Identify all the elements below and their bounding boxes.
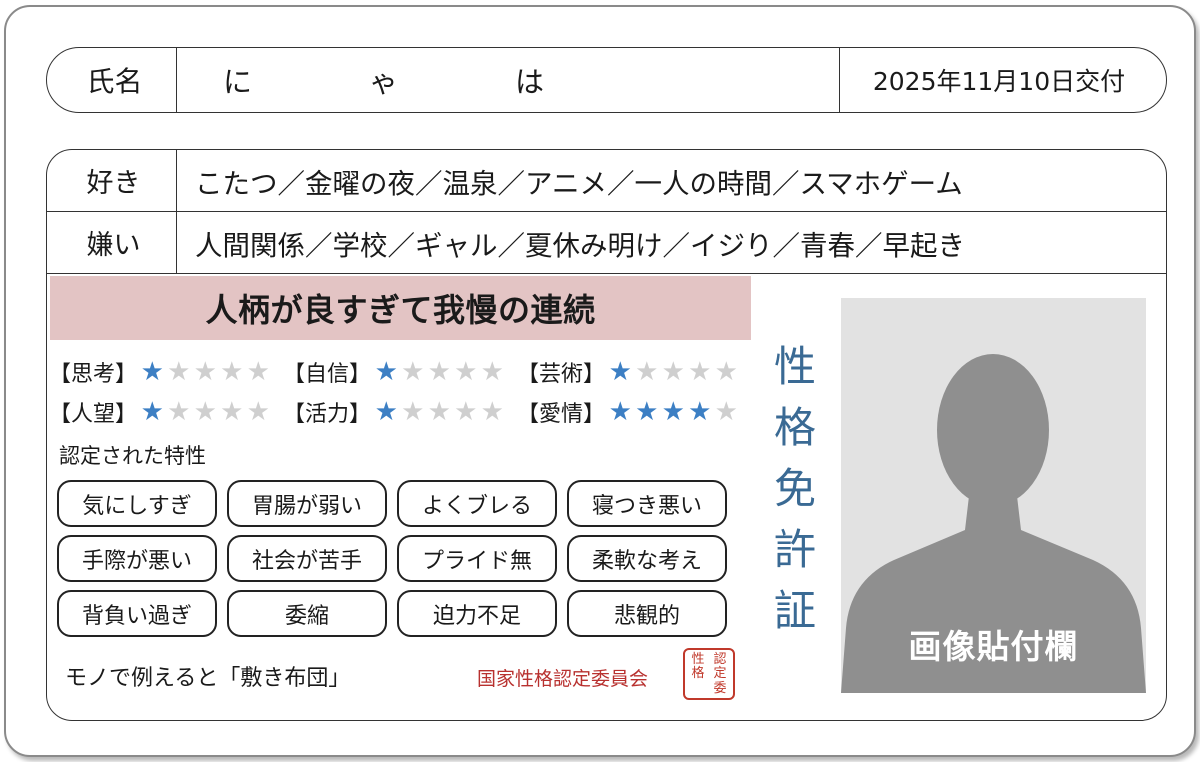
star-empty-icon: ★ (246, 357, 270, 387)
star-empty-icon: ★ (401, 397, 425, 427)
rating-line: 【思考】 ★ ★ ★ ★ ★ 【自信】 ★ ★ ★ ★ ★ 【芸術】 ★ ★ ★ ★ ★ (49, 352, 769, 392)
star-empty-icon: ★ (454, 357, 478, 387)
trait-badge: 社会が苦手 (227, 535, 387, 582)
name-label: 氏名 (47, 48, 177, 112)
mono-comparison: モノで例えると「敷き布団」 (65, 666, 351, 691)
star-empty-icon: ★ (167, 397, 191, 427)
star-rating: ★ ★ ★ ★ ★ (607, 359, 740, 385)
star-empty-icon: ★ (661, 357, 685, 387)
rating-item: 【人望】 ★ ★ ★ ★ ★ (49, 396, 283, 428)
star-empty-icon: ★ (427, 357, 451, 387)
likes-label: 好き (47, 150, 177, 211)
name-char: ゃ (369, 65, 399, 99)
rating-line: 【人望】 ★ ★ ★ ★ ★ 【活力】 ★ ★ ★ ★ ★ 【愛情】 ★ ★ ★ ★ ★ (49, 392, 769, 432)
star-filled-icon: ★ (140, 397, 164, 427)
star-rating: ★ ★ ★ ★ ★ (139, 399, 272, 425)
star-filled-icon: ★ (635, 397, 659, 427)
star-empty-icon: ★ (193, 357, 217, 387)
star-rating: ★ ★ ★ ★ ★ (373, 359, 506, 385)
trait-badge: 寝つき悪い (567, 480, 727, 527)
star-empty-icon: ★ (454, 397, 478, 427)
name-row: 氏名 に ゃ は 2025年11月10日交付 (46, 47, 1167, 113)
seal-char (687, 681, 709, 696)
rating-item: 【活力】 ★ ★ ★ ★ ★ (283, 396, 517, 428)
seal-stamp: 性 認 格 定 委 (683, 648, 735, 700)
star-empty-icon: ★ (427, 397, 451, 427)
rating-item: 【芸術】 ★ ★ ★ ★ ★ (517, 356, 751, 388)
title-char: 性 (773, 342, 816, 391)
ratings-panel: 【思考】 ★ ★ ★ ★ ★ 【自信】 ★ ★ ★ ★ ★ 【芸術】 ★ ★ ★ ★ ★ 【人望】 ★ ★… (49, 352, 769, 432)
trait-badge: 迫力不足 (397, 590, 557, 637)
star-empty-icon: ★ (688, 357, 712, 387)
rating-label: 【活力】 (283, 402, 372, 427)
star-empty-icon: ★ (401, 357, 425, 387)
name-char: に (223, 65, 253, 99)
headline-banner: 人柄が良すぎて我慢の連続 (50, 276, 751, 340)
rating-label: 【自信】 (283, 362, 372, 387)
trait-badge: 委縮 (227, 590, 387, 637)
star-filled-icon: ★ (374, 357, 398, 387)
dislikes-value: 人間関係／学校／ギャル／夏休み明け／イジり／青春／早起き (195, 229, 965, 262)
issue-date: 2025年11月10日交付 (839, 48, 1166, 112)
trait-badge: 悲観的 (567, 590, 727, 637)
trait-badge: プライド無 (397, 535, 557, 582)
seal-char: 格 (691, 666, 705, 682)
trait-badge: 気にしすぎ (57, 480, 217, 527)
seal-char: 性 (691, 651, 705, 667)
license-title-vertical: 性 格 免 許 証 (765, 336, 825, 641)
rating-item: 【思考】 ★ ★ ★ ★ ★ (49, 356, 283, 388)
star-filled-icon: ★ (688, 397, 712, 427)
star-filled-icon: ★ (661, 397, 685, 427)
rating-label: 【愛情】 (517, 402, 606, 427)
star-rating: ★ ★ ★ ★ ★ (139, 359, 272, 385)
rating-label: 【芸術】 (517, 362, 606, 387)
photo-label: 画像貼付欄 (908, 627, 1079, 666)
star-empty-icon: ★ (714, 357, 738, 387)
star-empty-icon: ★ (220, 357, 244, 387)
photo-placeholder: 画像貼付欄 (841, 298, 1146, 693)
star-empty-icon: ★ (167, 357, 191, 387)
star-empty-icon: ★ (480, 397, 504, 427)
traits-grid: 気にしすぎ 胃腸が弱い よくブレる 寝つき悪い 手際が悪い 社会が苦手 プライド… (57, 480, 737, 637)
rating-item: 【愛情】 ★ ★ ★ ★ ★ (517, 396, 751, 428)
title-char: 格 (773, 403, 816, 452)
star-rating: ★ ★ ★ ★ ★ (373, 399, 506, 425)
license-card: 氏名 に ゃ は 2025年11月10日交付 好き こたつ／金曜の夜／温泉／アニ… (4, 5, 1196, 757)
likes-value: こたつ／金曜の夜／温泉／アニメ／一人の時間／スマホゲーム (195, 167, 963, 200)
rating-label: 【思考】 (49, 362, 138, 387)
star-filled-icon: ★ (608, 357, 632, 387)
star-empty-icon: ★ (220, 397, 244, 427)
star-empty-icon: ★ (193, 397, 217, 427)
dislikes-label: 嫌い (47, 212, 177, 273)
star-rating: ★ ★ ★ ★ ★ (607, 399, 740, 425)
star-filled-icon: ★ (140, 357, 164, 387)
dislikes-row: 嫌い 人間関係／学校／ギャル／夏休み明け／イジり／青春／早起き (47, 212, 1166, 274)
likes-row: 好き こたつ／金曜の夜／温泉／アニメ／一人の時間／スマホゲーム (47, 150, 1166, 212)
main-info-box: 好き こたつ／金曜の夜／温泉／アニメ／一人の時間／スマホゲーム 嫌い 人間関係／… (46, 149, 1167, 721)
name-value: に ゃ は (177, 48, 839, 112)
star-empty-icon: ★ (635, 357, 659, 387)
seal-char: 定 (713, 666, 727, 682)
star-filled-icon: ★ (608, 397, 632, 427)
trait-badge: 背負い過ぎ (57, 590, 217, 637)
trait-badge: 柔軟な考え (567, 535, 727, 582)
trait-badge: 胃腸が弱い (227, 480, 387, 527)
seal-char: 委 (713, 681, 727, 697)
committee-name: 国家性格認定委員会 (477, 668, 649, 690)
rating-label: 【人望】 (49, 402, 138, 427)
star-empty-icon: ★ (714, 397, 738, 427)
star-empty-icon: ★ (246, 397, 270, 427)
title-char: 証 (773, 586, 816, 635)
trait-badge: 手際が悪い (57, 535, 217, 582)
title-char: 許 (773, 525, 816, 574)
rating-item: 【自信】 ★ ★ ★ ★ ★ (283, 356, 517, 388)
star-filled-icon: ★ (374, 397, 398, 427)
title-char: 免 (773, 464, 816, 513)
name-char: は (515, 65, 545, 99)
star-empty-icon: ★ (480, 357, 504, 387)
trait-badge: よくブレる (397, 480, 557, 527)
seal-char: 認 (713, 651, 727, 667)
traits-title: 認定された特性 (59, 444, 206, 468)
